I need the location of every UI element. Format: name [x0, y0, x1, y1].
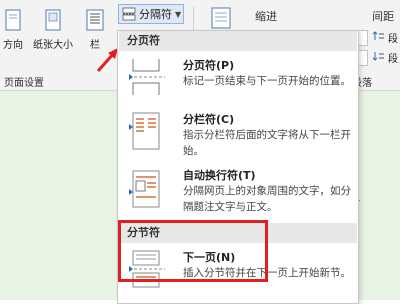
breaks-icon — [122, 7, 136, 21]
orientation-label: 方向 — [3, 40, 23, 51]
indent-label: 缩进 — [255, 10, 277, 23]
spacing-before-icon — [372, 30, 384, 45]
page-break-icon — [129, 59, 165, 95]
column-break-desc: 指示分栏符后面的文字将从下一栏开始。 — [183, 129, 351, 157]
text-wrapping-break-desc: 分隔网页上的对象周围的文字，如分隔题注文字与正文。 — [183, 185, 351, 213]
page-setup-group-label: 页面设置 — [4, 78, 44, 89]
text-wrapping-break-icon — [129, 170, 160, 208]
breaks-dropdown-button[interactable]: 分隔符 ▼ — [118, 4, 184, 24]
spacing-after-value[interactable]: 段 — [388, 50, 398, 65]
paper-size-label: 纸张大小 — [33, 40, 73, 51]
paper-size-button[interactable]: 纸张大小 — [28, 8, 78, 51]
column-break-icon — [129, 112, 160, 150]
page-breaks-section-header: 分页符 — [119, 31, 357, 51]
spacing-before-value[interactable]: 段 — [388, 30, 398, 45]
breaks-label: 分隔符 — [139, 8, 172, 21]
spacing-label: 间距 — [372, 10, 394, 23]
orientation-icon — [5, 9, 21, 31]
page-break-title: 分页符(P) — [183, 59, 235, 72]
page-break-desc: 标记一页结束与下一页开始的位置。 — [183, 75, 351, 87]
page-background-button[interactable] — [206, 6, 236, 32]
text-wrapping-break-title: 自动换行符(T) — [183, 169, 256, 182]
page-background-icon — [211, 7, 231, 29]
column-break-title: 分栏符(C) — [183, 113, 235, 126]
columns-icon — [86, 9, 104, 31]
chevron-down-icon: ▼ — [175, 9, 182, 19]
menu-item-page-break[interactable]: 分页符(P) 标记一页结束与下一页开始的位置。 — [119, 55, 357, 101]
spacing-after-icon — [372, 50, 384, 65]
menu-item-column-break[interactable]: 分栏符(C) 指示分栏符后面的文字将从下一栏开始。 — [119, 109, 357, 157]
orientation-button[interactable]: 方向 — [0, 8, 26, 51]
menu-item-text-wrapping-break[interactable]: 自动换行符(T) 分隔网页上的对象周围的文字，如分隔题注文字与正文。 — [119, 165, 357, 219]
highlight-box-annotation — [118, 220, 268, 282]
paper-size-icon — [45, 9, 61, 31]
